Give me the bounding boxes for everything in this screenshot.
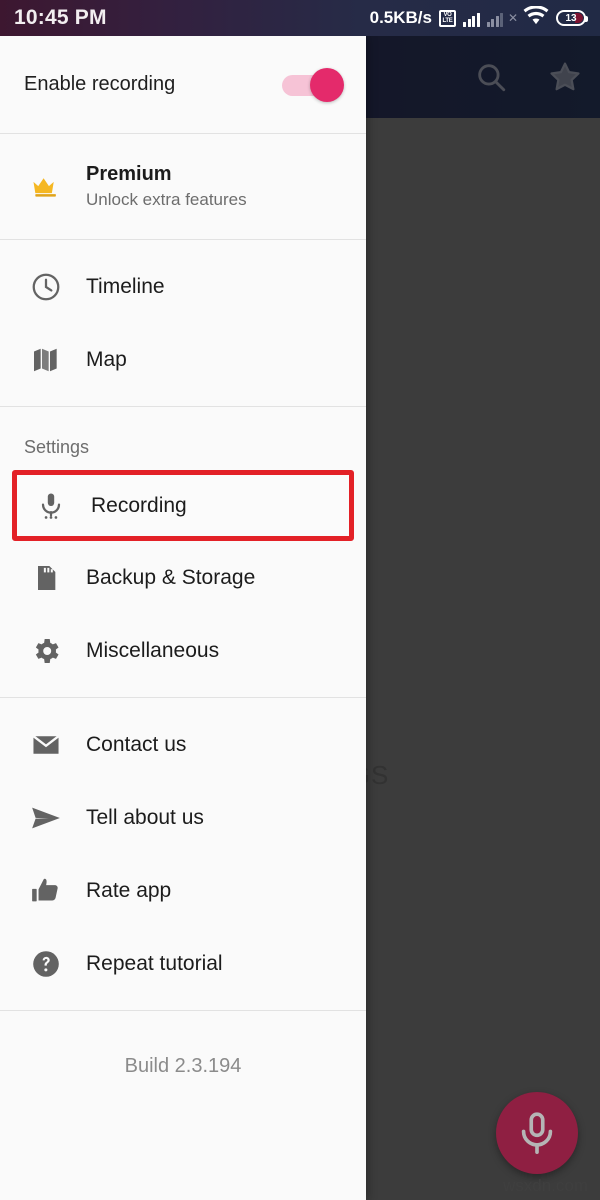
clock-icon <box>24 265 68 309</box>
thumbs-up-icon <box>24 869 68 913</box>
settings-section-title: Settings <box>24 437 90 457</box>
premium-subtitle: Unlock extra features <box>86 190 247 209</box>
volte-icon: VO LTE <box>439 9 456 27</box>
nav-item-label: Map <box>86 347 127 371</box>
status-bar: 10:45 PM 0.5KB/s VO LTE ✕ 13 <box>0 0 600 36</box>
nav-item-rate-app[interactable]: Rate app <box>0 854 366 927</box>
nav-item-label: Rate app <box>86 878 172 902</box>
battery-level-text: 13 <box>565 12 577 24</box>
nav-item-timeline[interactable]: Timeline <box>0 250 366 323</box>
nav-item-label: Timeline <box>86 274 165 298</box>
question-circle-icon <box>24 942 68 986</box>
nav-item-label: Tell about us <box>86 805 204 829</box>
premium-row[interactable]: Premium Unlock extra features <box>0 134 366 239</box>
enable-recording-row[interactable]: Enable recording <box>0 36 366 133</box>
no-service-x-icon: ✕ <box>508 11 519 25</box>
nav-item-tell-about-us[interactable]: Tell about us <box>0 781 366 854</box>
premium-texts: Premium Unlock extra features <box>86 163 247 210</box>
crown-icon <box>24 165 68 209</box>
nav-item-label: Contact us <box>86 732 187 756</box>
record-fab-button[interactable] <box>496 1092 578 1174</box>
nav-item-label: Recording <box>91 493 187 517</box>
map-icon <box>24 338 68 382</box>
send-icon <box>24 796 68 840</box>
premium-title: Premium <box>86 163 172 185</box>
enable-recording-toggle[interactable] <box>282 67 344 102</box>
phone-screen: 10:45 PM 0.5KB/s VO LTE ✕ 13 wsxdn.com E… <box>0 0 600 1200</box>
network-speed-text: 0.5KB/s <box>369 8 432 27</box>
recording-highlight-wrapper: Recording <box>0 470 366 541</box>
nav-item-recording[interactable]: Recording <box>12 470 354 541</box>
enable-recording-label: Enable recording <box>24 73 176 95</box>
battery-icon: 13 <box>556 10 588 26</box>
build-version-text: Build 2.3.194 <box>124 1054 242 1077</box>
nav-item-label: Miscellaneous <box>86 638 220 662</box>
sd-card-icon <box>24 556 68 600</box>
signal-bars-icon <box>463 10 480 27</box>
wifi-icon <box>523 4 549 31</box>
signal-bars-no-service-icon <box>486 10 503 27</box>
envelope-icon <box>24 723 68 767</box>
nav-item-repeat-tutorial[interactable]: Repeat tutorial <box>0 927 366 1000</box>
volte-bottom-text: LTE <box>442 18 453 24</box>
nav-item-label: Backup & Storage <box>86 565 256 589</box>
microphone-icon <box>29 484 73 528</box>
toggle-thumb <box>310 67 344 102</box>
microphone-icon <box>521 1112 553 1154</box>
navigation-drawer: Enable recording Premium Unlock extra fe… <box>0 36 366 1200</box>
nav-item-backup-storage[interactable]: Backup & Storage <box>0 541 366 614</box>
status-icons: 0.5KB/s VO LTE ✕ 13 <box>369 4 588 31</box>
nav-item-miscellaneous[interactable]: Miscellaneous <box>0 614 366 687</box>
nav-item-label: Repeat tutorial <box>86 951 223 975</box>
nav-item-contact-us[interactable]: Contact us <box>0 708 366 781</box>
status-clock: 10:45 PM <box>14 6 107 29</box>
nav-item-map[interactable]: Map <box>0 323 366 396</box>
gear-icon <box>24 629 68 673</box>
watermark-text: wsxdn.com <box>502 1176 588 1195</box>
